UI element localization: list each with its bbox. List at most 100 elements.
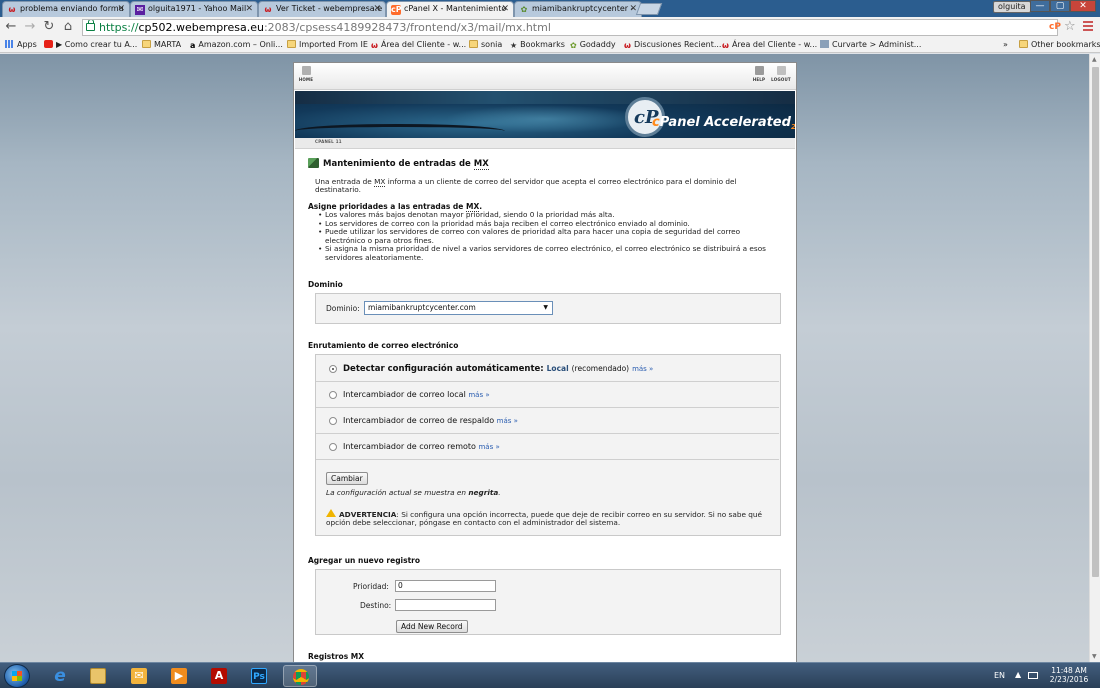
page-scrollbar[interactable]: ▲ ▼	[1089, 54, 1100, 662]
minimize-button[interactable]: —	[1030, 0, 1050, 12]
bookmark-item[interactable]: ✿ Godaddy	[570, 38, 616, 53]
w-icon: ω	[264, 5, 272, 14]
radio-button-checked[interactable]	[329, 365, 337, 373]
curvarte-icon	[820, 40, 829, 48]
routing-option-backup[interactable]: Intercambiador de correo de respaldo más…	[316, 408, 779, 434]
folder-icon	[1019, 40, 1028, 48]
browser-tab[interactable]: ω Ver Ticket - webempresa.e ✕	[258, 1, 386, 17]
more-link[interactable]: más »	[497, 417, 518, 425]
scroll-thumb[interactable]	[1092, 67, 1099, 577]
bookmark-apps[interactable]: Apps	[5, 38, 37, 52]
close-tab-icon[interactable]: ✕	[245, 2, 253, 16]
bookmark-label: sonia	[481, 40, 503, 49]
file-explorer-taskbar-button[interactable]	[81, 665, 115, 687]
radio-button[interactable]	[329, 443, 337, 451]
close-window-button[interactable]: ✕	[1070, 0, 1096, 12]
url-path: :2083/cpsess4189928473/frontend/x3/mail/…	[263, 21, 551, 34]
reload-icon[interactable]: ↻	[41, 19, 57, 35]
menu-icon[interactable]	[1083, 21, 1093, 33]
bookmark-item[interactable]: a Amazon.com – Onli...	[190, 38, 283, 53]
other-bookmarks[interactable]: Other bookmarks	[1019, 38, 1100, 52]
radio-button[interactable]	[329, 391, 337, 399]
bookmark-item[interactable]: ω Área del Cliente - w...	[371, 38, 466, 53]
address-bar[interactable]: https://cp502.webempresa.eu:2083/cpsess4…	[82, 19, 1058, 36]
cpanel-help-link[interactable]: HELP	[749, 66, 769, 82]
tab-title: miamibankruptcycenter -	[532, 4, 634, 13]
mx-entry-icon	[308, 158, 319, 168]
priority-rules-list: Los valores más bajos denotan mayor prio…	[318, 210, 773, 263]
logo-accent: Accelerated	[704, 115, 791, 130]
media-player-taskbar-button[interactable]: ▶	[162, 665, 196, 687]
more-link[interactable]: más »	[468, 391, 489, 399]
destination-input[interactable]	[395, 599, 496, 611]
scroll-up-arrow-icon[interactable]: ▲	[1092, 56, 1097, 63]
domain-select[interactable]: miamibankruptcycenter.com ▼	[364, 301, 553, 315]
start-button[interactable]	[4, 664, 30, 688]
tab-title: olguita1971 - Yahoo Mail	[148, 4, 247, 13]
routing-option-auto[interactable]: Detectar configuración automáticamente: …	[316, 356, 779, 382]
home-icon[interactable]: ⌂	[60, 19, 76, 35]
back-arrow-icon[interactable]: ←	[3, 19, 19, 35]
profile-badge[interactable]: olguita	[993, 1, 1031, 13]
forward-arrow-icon[interactable]: →	[22, 19, 38, 35]
bookmark-item[interactable]: ω Área del Cliente - w...	[722, 38, 817, 53]
show-hidden-icons-arrow-icon[interactable]: ▲	[1015, 670, 1021, 679]
acrobat-taskbar-button[interactable]: A	[202, 665, 236, 687]
bookmark-item[interactable]: MARTA	[142, 38, 181, 52]
yahoo-mail-icon: ✉	[135, 5, 145, 15]
cpanel-logo-text: cPanel Accelerated2	[652, 115, 795, 131]
bookmark-item[interactable]: Curvarte > Administ...	[820, 38, 921, 52]
outlook-taskbar-button[interactable]: ✉	[122, 665, 156, 687]
domain-section-heading: Dominio	[308, 280, 343, 289]
destination-label: Destino:	[360, 601, 392, 610]
list-item: Puede utilizar los servidores de correo …	[318, 227, 773, 245]
priority-input[interactable]: 0	[395, 580, 496, 592]
domain-panel: Dominio: miamibankruptcycenter.com ▼	[315, 293, 781, 324]
close-tab-icon[interactable]: ✕	[501, 2, 509, 16]
bookmark-label: Apps	[17, 40, 37, 49]
photoshop-taskbar-button[interactable]: Ps	[242, 665, 276, 687]
close-tab-icon[interactable]: ✕	[117, 2, 125, 16]
add-new-record-button[interactable]: Add New Record	[396, 620, 468, 633]
browser-tab[interactable]: ω problema enviando formu ✕	[2, 1, 130, 17]
system-clock[interactable]: 11:48 AM 2/23/2016	[1046, 666, 1092, 684]
option-note: (recomendado)	[571, 364, 630, 373]
tab-title: cPanel X - Mantenimiento	[404, 4, 507, 13]
network-icon[interactable]	[1028, 672, 1038, 679]
bookmarks-overflow-button[interactable]: »	[1003, 38, 1008, 52]
url-host: cp502.webempresa.eu	[138, 21, 264, 34]
bookmark-item[interactable]: Imported From IE	[287, 38, 368, 52]
bookmark-item[interactable]: sonia	[469, 38, 502, 52]
browser-tab[interactable]: ✿ miamibankruptcycenter - ✕	[514, 1, 642, 17]
language-indicator[interactable]: EN	[994, 671, 1005, 680]
scroll-down-arrow-icon[interactable]: ▼	[1092, 653, 1097, 660]
close-tab-icon[interactable]: ✕	[373, 2, 381, 16]
cpanel-top-nav: HOME HELP LOGOUT	[294, 63, 796, 90]
cpanel-version: CPANEL 11	[315, 139, 342, 144]
cpanel-home-link[interactable]: HOME	[296, 66, 316, 82]
internet-explorer-taskbar-button[interactable]: e	[43, 665, 77, 687]
radio-button[interactable]	[329, 417, 337, 425]
cpanel-logout-link[interactable]: LOGOUT	[771, 66, 791, 82]
change-button[interactable]: Cambiar	[326, 472, 368, 485]
more-link[interactable]: más »	[478, 443, 499, 451]
browser-tab[interactable]: ✉ olguita1971 - Yahoo Mail ✕	[130, 1, 258, 17]
bookmark-star-icon[interactable]: ☆	[1064, 19, 1076, 34]
browser-tab-active[interactable]: cP cPanel X - Mantenimiento ✕	[386, 1, 514, 17]
routing-option-remote[interactable]: Intercambiador de correo remoto más »	[316, 434, 779, 460]
bookmark-label: Imported From IE	[299, 40, 368, 49]
nav-label: HELP	[752, 77, 766, 82]
media-player-icon: ▶	[171, 668, 187, 684]
bookmark-item[interactable]: ★ Bookmarks	[510, 38, 565, 53]
bookmark-label: Godaddy	[579, 40, 616, 49]
routing-option-local[interactable]: Intercambiador de correo local más »	[316, 382, 779, 408]
bookmark-item[interactable]: ω Discusiones Recient...	[624, 38, 721, 53]
cpanel-extension-icon[interactable]: cP	[1049, 22, 1061, 32]
bookmark-item[interactable]: ▶ Como crear tu A...	[44, 38, 137, 52]
more-link[interactable]: más »	[632, 365, 653, 373]
banner-band	[295, 91, 795, 104]
chrome-taskbar-button[interactable]	[283, 665, 317, 687]
maximize-button[interactable]: ▢	[1050, 0, 1070, 12]
intro-abbr: MX	[374, 177, 386, 187]
new-tab-button[interactable]	[635, 3, 663, 15]
